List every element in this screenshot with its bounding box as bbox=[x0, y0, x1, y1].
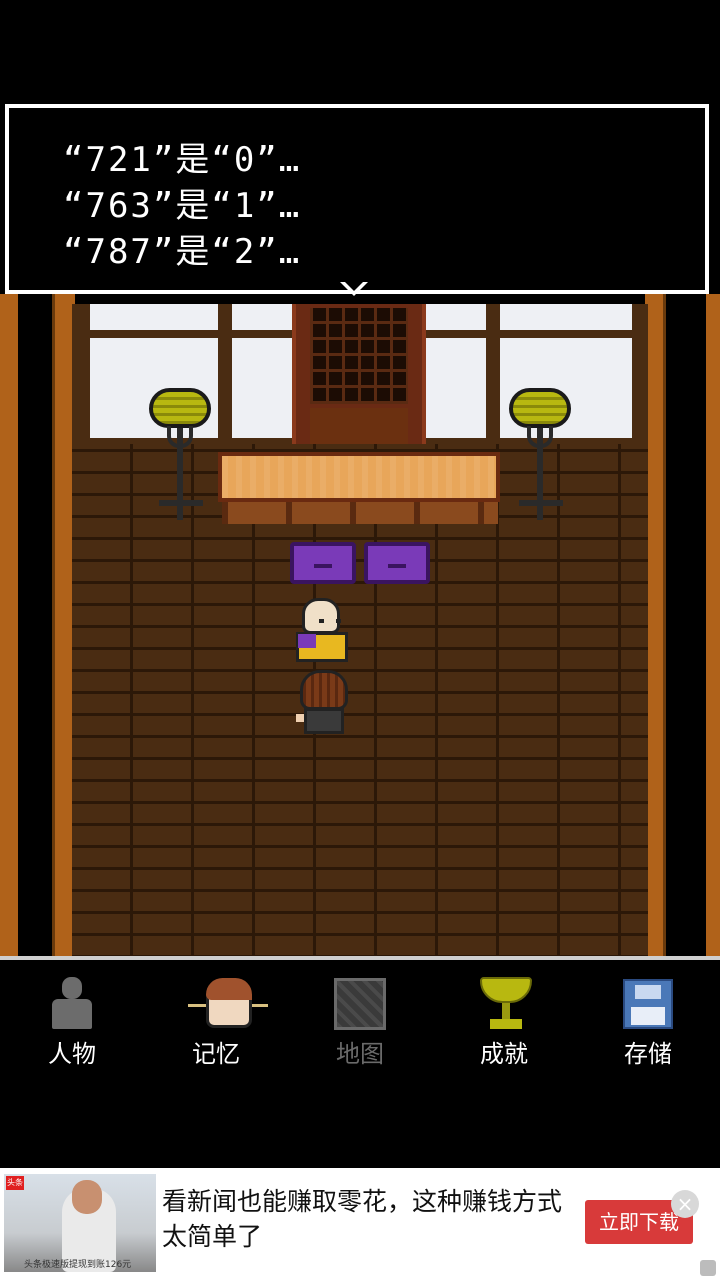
ad-info-icon[interactable] bbox=[700, 1260, 716, 1276]
dialog-continue-arrow-icon[interactable] bbox=[340, 282, 368, 296]
ad-close-icon[interactable]: × bbox=[671, 1190, 699, 1218]
lantern-stand-left[interactable] bbox=[149, 388, 213, 528]
game-scene[interactable] bbox=[0, 294, 720, 958]
ad-thumbnail[interactable]: 头条 头条极速版提现到账126元 bbox=[4, 1174, 156, 1272]
map-icon bbox=[334, 978, 386, 1030]
door-panel bbox=[310, 408, 408, 444]
menu-label: 记忆 bbox=[192, 1040, 240, 1068]
trophy-icon bbox=[476, 977, 532, 1031]
ad-banner[interactable]: 头条 头条极速版提现到账126元 看新闻也能赚取零花，这种赚钱方式太简单了 立即… bbox=[0, 1168, 720, 1280]
lantern-stand-right[interactable] bbox=[509, 388, 573, 528]
ad-thumb-caption: 头条极速版提现到账126元 bbox=[24, 1260, 132, 1270]
menu-memory-button[interactable]: 记忆 bbox=[161, 976, 271, 1086]
wooden-pillar bbox=[706, 294, 720, 958]
menu-label: 成就 bbox=[480, 1040, 528, 1068]
purple-cushion[interactable] bbox=[290, 542, 356, 584]
memory-portrait-icon bbox=[188, 978, 268, 1030]
floppy-disk-icon bbox=[623, 979, 673, 1029]
bottom-menu: 人物 记忆 地图 成就 存储 bbox=[0, 960, 720, 1160]
dialog-box[interactable]: “721”是“0”… “763”是“1”… “787”是“2”… bbox=[5, 104, 709, 294]
altar-base bbox=[222, 502, 498, 524]
menu-label: 人物 bbox=[48, 1040, 96, 1068]
lantern-bowl bbox=[509, 388, 571, 428]
door-lattice bbox=[310, 308, 408, 404]
monk-character[interactable] bbox=[296, 598, 348, 664]
purple-cushion[interactable] bbox=[364, 542, 430, 584]
altar-table[interactable] bbox=[218, 452, 500, 502]
person-icon bbox=[50, 977, 94, 1031]
wooden-pillar bbox=[645, 294, 666, 958]
dialog-line: “721”是“0”… bbox=[63, 140, 302, 180]
player-character[interactable] bbox=[296, 670, 352, 736]
menu-save-button[interactable]: 存储 bbox=[593, 976, 703, 1086]
dialog-line: “763”是“1”… bbox=[63, 186, 302, 226]
lattice-door[interactable] bbox=[292, 304, 426, 446]
dialog-line: “787”是“2”… bbox=[63, 232, 302, 272]
menu-label: 地图 bbox=[336, 1040, 384, 1068]
wooden-pillar bbox=[0, 294, 18, 958]
menu-achievements-button[interactable]: 成就 bbox=[449, 976, 559, 1086]
menu-label: 存储 bbox=[624, 1040, 672, 1068]
ad-headline[interactable]: 看新闻也能赚取零花，这种赚钱方式太简单了 bbox=[162, 1184, 562, 1254]
menu-characters-button[interactable]: 人物 bbox=[17, 976, 127, 1086]
lantern-bowl bbox=[149, 388, 211, 428]
ad-thumb-tag: 头条 bbox=[6, 1176, 24, 1190]
menu-map-button[interactable]: 地图 bbox=[305, 976, 415, 1086]
